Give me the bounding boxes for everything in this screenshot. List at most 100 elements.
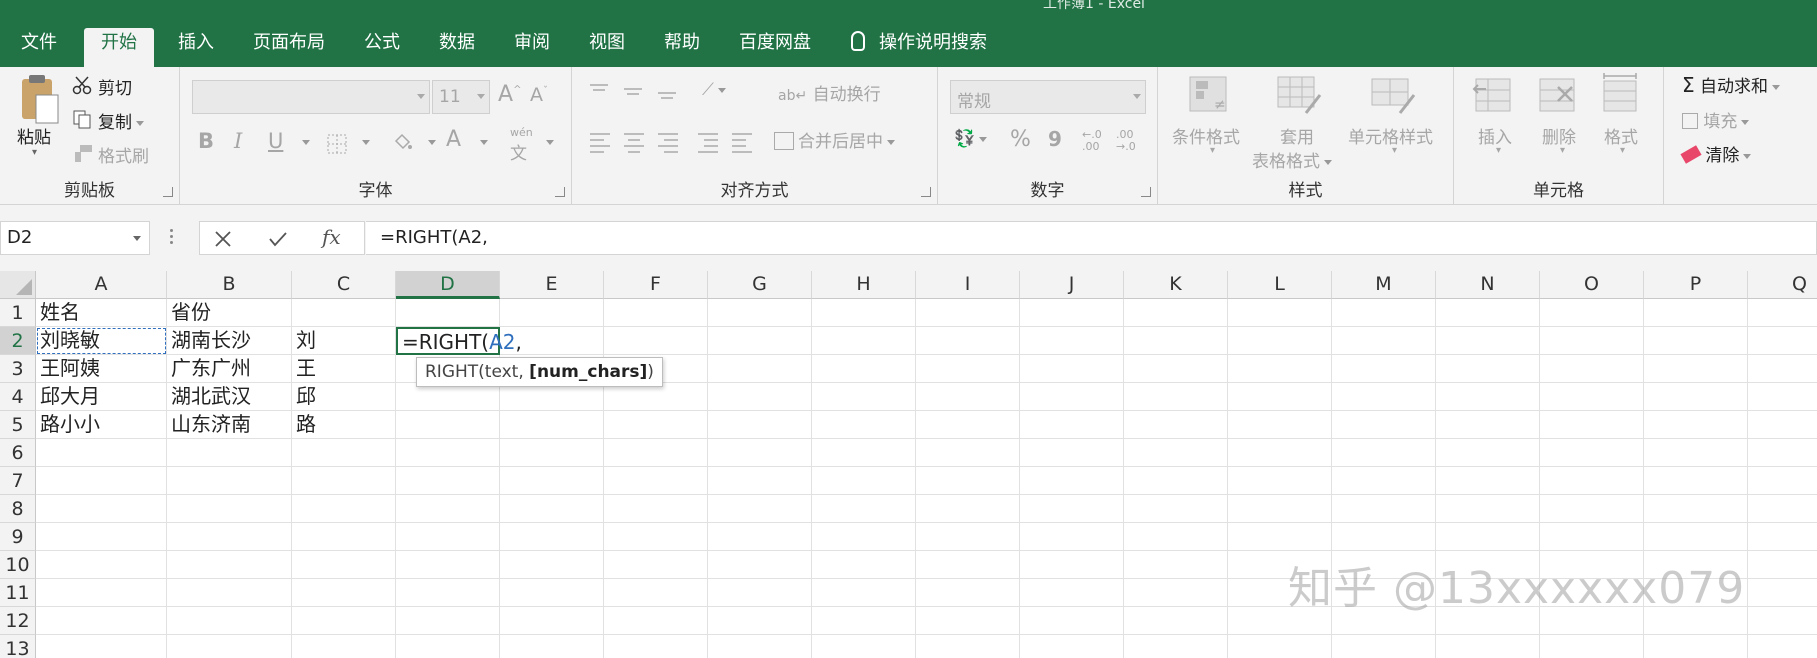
cell-g8[interactable] [708,495,812,523]
font-launcher-icon[interactable] [555,187,565,197]
cell-j9[interactable] [1020,523,1124,551]
increase-font-icon[interactable]: A^ [498,82,521,107]
cell-j10[interactable] [1020,551,1124,579]
column-header-j[interactable]: J [1020,271,1124,299]
cell-j1[interactable] [1020,299,1124,327]
cell-d11[interactable] [396,579,500,607]
fill-color-dropdown-icon[interactable] [428,140,436,145]
underline-dropdown-icon[interactable] [302,140,310,145]
cell-o9[interactable] [1540,523,1644,551]
cell-q11[interactable] [1748,579,1817,607]
number-format-combo[interactable]: 常规 [950,80,1146,114]
cell-f6[interactable] [604,439,708,467]
cell-o5[interactable] [1540,411,1644,439]
column-header-f[interactable]: F [604,271,708,299]
cell-p6[interactable] [1644,439,1748,467]
cell-i7[interactable] [916,467,1020,495]
row-header-1[interactable]: 1 [0,299,36,327]
fill-color-icon[interactable] [390,131,414,155]
cell-k1[interactable] [1124,299,1228,327]
row-header-4[interactable]: 4 [0,383,36,411]
cell-c10[interactable] [292,551,396,579]
cell-c3[interactable]: 王 [292,355,396,383]
cell-n6[interactable] [1436,439,1540,467]
column-header-i[interactable]: I [916,271,1020,299]
cell-i9[interactable] [916,523,1020,551]
cell-i8[interactable] [916,495,1020,523]
phonetic-dropdown-icon[interactable] [546,140,554,145]
cell-l2[interactable] [1228,327,1332,355]
italic-button[interactable]: I [234,129,242,153]
comma-style-button[interactable]: 9 [1048,127,1062,151]
cell-h8[interactable] [812,495,916,523]
cell-b5[interactable]: 山东济南 [167,411,292,439]
cell-a11[interactable] [36,579,167,607]
cell-b3[interactable]: 广东广州 [167,355,292,383]
cell-b13[interactable] [167,635,292,658]
cell-q2[interactable] [1748,327,1817,355]
cell-k9[interactable] [1124,523,1228,551]
cell-d2[interactable]: =RIGHT(A2, [396,327,522,355]
cell-l13[interactable] [1228,635,1332,658]
cell-l6[interactable] [1228,439,1332,467]
cell-a2[interactable]: 刘晓敏 [36,327,167,355]
clear-button[interactable]: 清除 [1680,141,1752,166]
cell-g5[interactable] [708,411,812,439]
font-color-icon[interactable]: A [446,127,461,152]
column-header-k[interactable]: K [1124,271,1228,299]
vertical-align-icons[interactable] [588,81,698,103]
cell-a3[interactable]: 王阿姨 [36,355,167,383]
cell-d12[interactable] [396,607,500,635]
font-color-dropdown-icon[interactable] [480,140,488,145]
font-name-combo[interactable] [192,80,430,114]
cell-m8[interactable] [1332,495,1436,523]
row-header-10[interactable]: 10 [0,551,36,579]
cell-i11[interactable] [916,579,1020,607]
cell-d8[interactable] [396,495,500,523]
cell-f9[interactable] [604,523,708,551]
cell-d4[interactable] [396,383,500,411]
cell-m2[interactable] [1332,327,1436,355]
cell-a6[interactable] [36,439,167,467]
cell-i2[interactable] [916,327,1020,355]
cell-m9[interactable] [1332,523,1436,551]
cell-p13[interactable] [1644,635,1748,658]
cell-o6[interactable] [1540,439,1644,467]
cell-j13[interactable] [1020,635,1124,658]
insert-cells-button[interactable]: 插入 [1478,123,1512,148]
cell-n1[interactable] [1436,299,1540,327]
cell-d7[interactable] [396,467,500,495]
number-launcher-icon[interactable] [1141,187,1151,197]
cell-f12[interactable] [604,607,708,635]
cell-c12[interactable] [292,607,396,635]
cell-i5[interactable] [916,411,1020,439]
column-header-c[interactable]: C [292,271,396,299]
cell-o1[interactable] [1540,299,1644,327]
cell-a1[interactable]: 姓名 [36,299,167,327]
cell-e5[interactable] [500,411,604,439]
cell-q8[interactable] [1748,495,1817,523]
cell-g1[interactable] [708,299,812,327]
table-format-label-2[interactable]: 表格格式 [1252,147,1332,172]
fill-button[interactable]: 填充 [1682,107,1750,132]
cell-f1[interactable] [604,299,708,327]
autosum-button[interactable]: Σ 自动求和 [1682,72,1781,97]
cell-q4[interactable] [1748,383,1817,411]
cell-e13[interactable] [500,635,604,658]
enter-check-icon[interactable] [268,230,288,248]
cell-c2[interactable]: 刘 [292,327,396,355]
cell-h7[interactable] [812,467,916,495]
row-header-13[interactable]: 13 [0,635,36,658]
wrap-text-button[interactable]: ab↵ 自动换行 [778,80,881,105]
cell-c9[interactable] [292,523,396,551]
cell-p2[interactable] [1644,327,1748,355]
cell-c4[interactable]: 邱 [292,383,396,411]
cell-n3[interactable] [1436,355,1540,383]
tab-baidu-netdisk[interactable]: 百度网盘 [736,28,814,67]
row-header-12[interactable]: 12 [0,607,36,635]
cell-m6[interactable] [1332,439,1436,467]
tab-insert[interactable]: 插入 [175,28,217,67]
cell-i6[interactable] [916,439,1020,467]
cell-e1[interactable] [500,299,604,327]
percent-style-button[interactable]: % [1010,127,1031,152]
